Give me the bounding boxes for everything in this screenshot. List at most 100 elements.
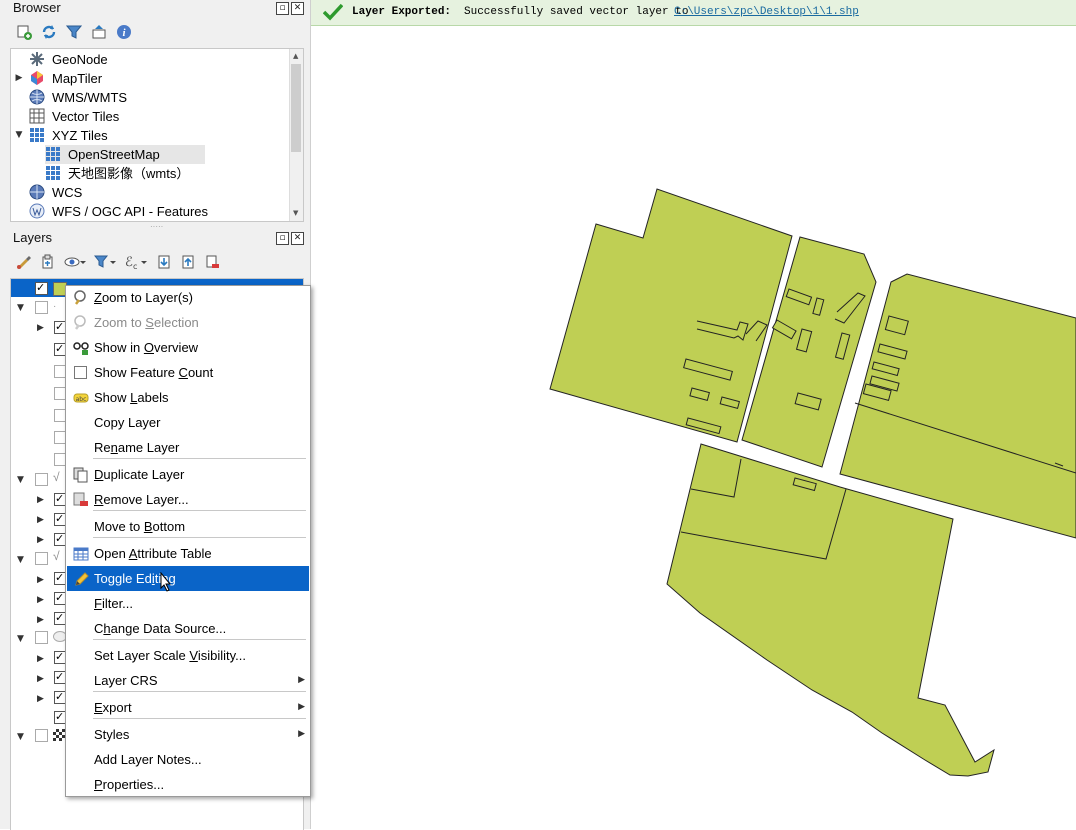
group-checkbox[interactable] (35, 552, 48, 565)
menu-item-export[interactable]: Export ▶ (67, 695, 309, 720)
expand-arrow-icon[interactable]: ▼ (17, 634, 24, 644)
menu-item-rename-layer[interactable]: Rename Layer (67, 435, 309, 460)
browser-item[interactable]: WFS / OGC API - Features (11, 202, 291, 221)
expand-arrow-icon[interactable]: ▶ (37, 615, 44, 625)
browser-item-label: Vector Tiles (52, 109, 120, 124)
exported-file-link[interactable]: C:\Users\zpc\Desktop\1\1.shp (674, 6, 859, 18)
layers-toolbar: ℰc (15, 253, 221, 271)
collapse-all-icon[interactable] (90, 23, 108, 41)
browser-scroll-thumb[interactable] (291, 64, 301, 152)
menu-item-label: Filter... (94, 596, 134, 611)
info-icon[interactable]: i (115, 23, 133, 41)
menu-item-label: Remove Layer... (94, 492, 189, 507)
wms-icon (29, 89, 45, 105)
menu-separator (93, 639, 306, 640)
expand-arrow-icon[interactable]: ▶ (37, 654, 44, 664)
menu-item-open-attribute-table[interactable]: Open Attribute Table (67, 541, 309, 566)
attribute-table-icon (73, 545, 89, 561)
remove-layer-icon[interactable] (203, 253, 221, 271)
browser-scrollbar[interactable]: ▲ ▼ (289, 49, 303, 221)
style-panel-icon[interactable] (15, 253, 33, 271)
menu-item-styles[interactable]: Styles ▶ (67, 722, 309, 747)
browser-item-label: 天地图影像（wmts） (68, 166, 190, 181)
layers-panel-title: Layers (13, 230, 53, 245)
menu-item-label: Open Attribute Table (94, 546, 212, 561)
menu-item-show-labels[interactable]: abc Show Labels (67, 385, 309, 410)
menu-item-toggle-editing[interactable]: Toggle Editing (67, 566, 309, 591)
message-bar: Layer Exported: Successfully saved vecto… (311, 0, 1076, 26)
splitter-handle[interactable]: ····· (150, 222, 163, 231)
expand-arrow-icon[interactable]: ▶ (37, 495, 44, 505)
browser-panel-title: Browser (13, 0, 61, 15)
menu-item-properties[interactable]: Properties... (67, 772, 309, 797)
expand-arrow-icon[interactable]: ▼ (17, 732, 24, 742)
expand-arrow-icon[interactable]: ▶ (37, 575, 44, 585)
menu-item-show-feature-count[interactable]: Show Feature Count (67, 360, 309, 385)
menu-item-show-in-overview[interactable]: Show in Overview (67, 335, 309, 360)
menu-item-move-to-bottom[interactable]: Move to Bottom (67, 514, 309, 539)
expand-arrow-icon[interactable]: ▶ (37, 595, 44, 605)
expand-arrow-icon[interactable]: ▶ (37, 535, 44, 545)
refresh-icon[interactable] (40, 23, 58, 41)
browser-item[interactable]: GeoNode (11, 50, 291, 69)
collapse-all-icon[interactable] (179, 253, 197, 271)
expand-arrow-icon[interactable]: ▼ (17, 555, 24, 565)
group-checkbox[interactable] (35, 473, 48, 486)
menu-item-label: Duplicate Layer (94, 467, 185, 482)
group-checkbox[interactable] (35, 301, 48, 314)
manage-visibility-icon[interactable] (63, 253, 87, 271)
filter-legend-icon[interactable] (93, 253, 117, 271)
menu-item-label: Zoom to Layer(s) (94, 290, 193, 305)
expand-all-icon[interactable] (155, 253, 173, 271)
close-panel-icon[interactable]: ✕ (291, 232, 304, 245)
browser-tree: GeoNode ▶ MapTiler WMS/WMTS Vector Tiles ▼ XYZ… (10, 48, 304, 222)
raster-layer-icon (53, 729, 65, 741)
layer-visibility-checkbox[interactable] (35, 282, 48, 295)
expand-arrow-icon[interactable]: ▼ (17, 475, 24, 485)
menu-separator (93, 458, 306, 459)
menu-item-filter[interactable]: Filter... (67, 591, 309, 616)
browser-item[interactable]: Vector Tiles (11, 107, 291, 126)
menu-item-label: Add Layer Notes... (94, 752, 202, 767)
add-layers-icon[interactable] (15, 23, 33, 41)
scroll-down-icon[interactable]: ▼ (293, 209, 298, 217)
scroll-up-icon[interactable]: ▲ (293, 52, 298, 60)
add-group-icon[interactable] (39, 253, 57, 271)
float-panel-icon[interactable]: ▫ (276, 232, 289, 245)
menu-item-label: Move to Bottom (94, 519, 186, 534)
menu-item-duplicate-layer[interactable]: Duplicate Layer (67, 462, 309, 487)
expand-arrow-icon[interactable]: ▼ (17, 303, 24, 313)
menu-item-copy-layer[interactable]: Copy Layer (67, 410, 309, 435)
expand-arrow-icon[interactable]: ▶ (37, 515, 44, 525)
menu-item-zoom-to-selection: Zoom to Selection (67, 310, 309, 335)
layer-context-menu: Zoom to Layer(s) Zoom to Selection Show in… (65, 285, 311, 797)
menu-item-set-layer-scale-visibility[interactable]: Set Layer Scale Visibility... (67, 643, 309, 668)
expand-arrow-icon[interactable]: ▶ (37, 694, 44, 704)
expanded-arrow-icon[interactable]: ▼ (14, 126, 24, 145)
menu-item-remove-layer[interactable]: Remove Layer... (67, 487, 309, 512)
menu-item-layer-crs[interactable]: Layer CRS ▶ (67, 668, 309, 693)
close-panel-icon[interactable]: ✕ (291, 2, 304, 15)
expand-arrow-icon[interactable]: ▶ (37, 674, 44, 684)
menu-item-label: Layer CRS (94, 673, 158, 688)
browser-item[interactable]: ▶ MapTiler (11, 69, 291, 88)
browser-item[interactable]: WMS/WMTS (11, 88, 291, 107)
map-canvas[interactable] (311, 26, 1076, 829)
float-panel-icon[interactable]: ▫ (276, 2, 289, 15)
browser-item[interactable]: WCS (11, 183, 291, 202)
menu-item-change-data-source[interactable]: Change Data Source... (67, 616, 309, 641)
xyz-tiles-icon (45, 165, 61, 181)
group-checkbox[interactable] (35, 631, 48, 644)
browser-item[interactable]: 天地图影像（wmts） (11, 164, 291, 183)
menu-item-add-layer-notes[interactable]: Add Layer Notes... (67, 747, 309, 772)
svg-text:c: c (133, 262, 137, 270)
browser-item[interactable]: ▼ XYZ Tiles (11, 126, 291, 145)
menu-item-zoom-to-layer-s[interactable]: Zoom to Layer(s) (67, 285, 309, 310)
filter-icon[interactable] (65, 23, 83, 41)
browser-item[interactable]: OpenStreetMap (11, 145, 291, 164)
group-icon: · (53, 301, 57, 312)
filter-expression-icon[interactable]: ℰc (123, 253, 149, 271)
collapsed-arrow-icon[interactable]: ▶ (14, 69, 24, 88)
expand-arrow-icon[interactable]: ▶ (37, 323, 44, 333)
group-checkbox[interactable] (35, 729, 48, 742)
